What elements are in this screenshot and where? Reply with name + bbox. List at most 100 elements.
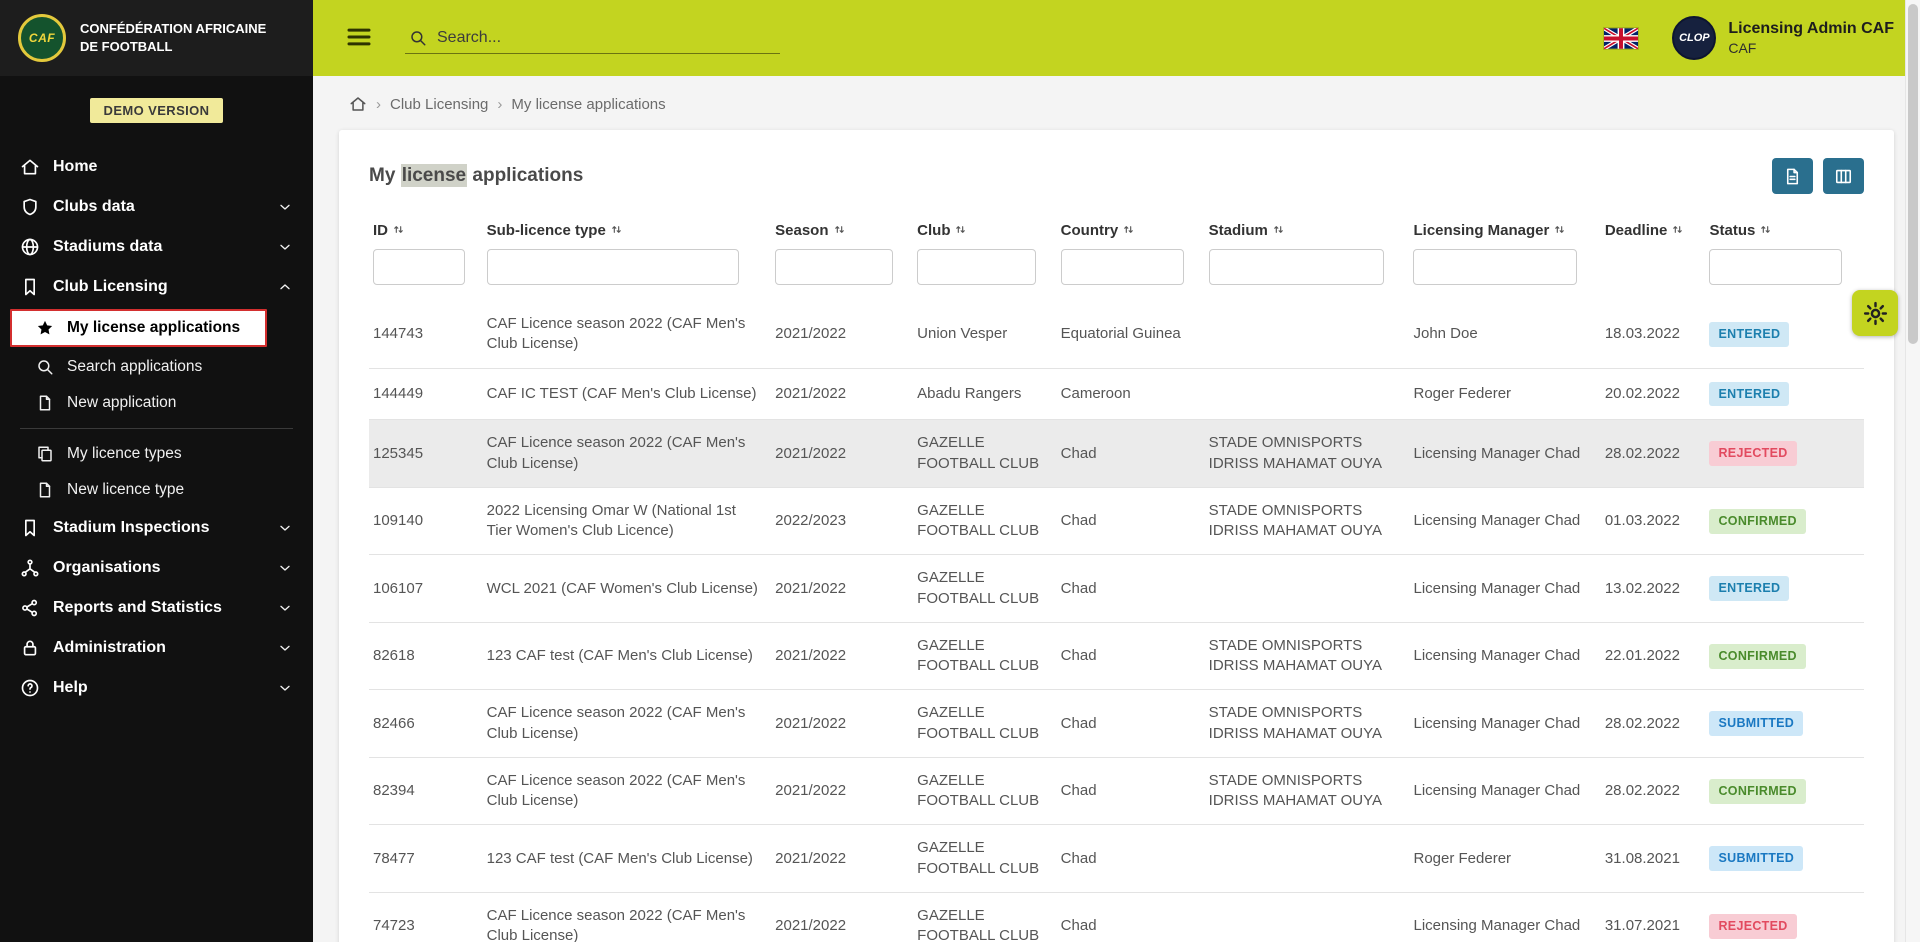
sidebar-item-search-applications[interactable]: Search applications [0, 349, 313, 385]
user-menu[interactable]: CLOP Licensing Admin CAF CAF [1672, 16, 1894, 60]
column-label: Club [917, 222, 951, 239]
filter-cell-status [1705, 245, 1864, 301]
column-header-sub-licence-type[interactable]: Sub-licence type [483, 214, 772, 245]
sort-icon[interactable] [1271, 222, 1286, 237]
columns-button[interactable] [1823, 158, 1864, 194]
sort-icon[interactable] [832, 222, 847, 237]
filter-input-club[interactable] [917, 249, 1037, 285]
sidebar: CAF CONFÉDÉRATION AFRICAINE DE FOOTBALL … [0, 0, 313, 942]
status-badge: CONFIRMED [1709, 778, 1806, 804]
filter-input-stadium[interactable] [1208, 249, 1385, 285]
vertical-scrollbar[interactable] [1905, 0, 1920, 942]
sidebar-item-new-application[interactable]: New application [0, 385, 313, 421]
column-header-licensing-manager[interactable]: Licensing Manager [1409, 214, 1600, 245]
cell-manager: Licensing Manager Chad [1409, 554, 1601, 623]
cell-manager: Licensing Manager Chad [1409, 689, 1601, 758]
sidebar-item-my-licence-types[interactable]: My licence types [0, 436, 313, 472]
page-title: My license applications [369, 164, 583, 187]
status-badge: CONFIRMED [1709, 508, 1806, 534]
sort-icon[interactable] [391, 222, 406, 237]
filter-input-licensing-manager[interactable] [1413, 249, 1577, 285]
cell-season: 2021/2022 [771, 301, 914, 369]
sidebar-item-clubs-data[interactable]: Clubs data [0, 187, 313, 227]
filter-cell-id [369, 245, 483, 301]
column-label: Deadline [1604, 222, 1668, 239]
cell-stadium [1204, 554, 1410, 623]
cell-club: Union Vesper [913, 301, 1057, 369]
table-row-78477[interactable]: 78477 123 CAF test (CAF Men's Club Licens… [369, 824, 1864, 893]
column-header-stadium[interactable]: Stadium [1205, 214, 1410, 245]
table-row-106107[interactable]: 106107 WCL 2021 (CAF Women's Club License… [369, 554, 1864, 623]
cell-deadline: 31.07.2021 [1600, 892, 1706, 942]
column-header-country[interactable]: Country [1057, 214, 1205, 245]
sidebar-item-home[interactable]: Home [0, 147, 313, 187]
sort-icon[interactable] [953, 222, 968, 237]
breadcrumb-item-club-licensing[interactable]: Club Licensing [390, 96, 488, 113]
column-header-deadline[interactable]: Deadline [1601, 214, 1706, 245]
table-row-144449[interactable]: 144449 CAF IC TEST (CAF Men's Club Licens… [369, 368, 1864, 421]
cell-deadline: 28.02.2022 [1600, 757, 1706, 826]
cell-country: Chad [1056, 554, 1205, 623]
file-icon [36, 481, 54, 499]
sidebar-item-new-licence-type[interactable]: New licence type [0, 472, 313, 508]
global-search-input[interactable] [437, 28, 776, 47]
filter-input-sub-licence-type[interactable] [486, 249, 740, 285]
table-row-82618[interactable]: 82618 123 CAF test (CAF Men's Club Licens… [369, 622, 1864, 691]
chevron-down-icon [277, 199, 293, 215]
table-row-82394[interactable]: 82394 CAF Licence season 2022 (CAF Men's … [369, 757, 1864, 826]
sort-icon[interactable] [609, 222, 624, 237]
sidebar-item-help[interactable]: Help [0, 668, 313, 708]
table-row-109140[interactable]: 109140 2022 Licensing Omar W (National 1s… [369, 487, 1864, 556]
chevron-up-icon [277, 279, 293, 295]
sort-icon[interactable] [1758, 222, 1773, 237]
export-button[interactable] [1772, 158, 1813, 194]
cell-id: 144743 [369, 301, 483, 369]
column-header-id[interactable]: ID [369, 214, 483, 245]
filter-input-id[interactable] [373, 249, 465, 285]
cell-id: 109140 [369, 487, 483, 556]
table-row-74723[interactable]: 74723 CAF Licence season 2022 (CAF Men's … [369, 892, 1864, 942]
sidebar-item-club-licensing[interactable]: Club Licensing [0, 267, 313, 307]
sidebar-item-my-license-applications[interactable]: My license applications [10, 309, 267, 347]
sort-icon[interactable] [1121, 222, 1136, 237]
cell-manager: Licensing Manager Chad [1409, 892, 1601, 942]
cell-stadium [1204, 368, 1410, 421]
cell-club: GAZELLE FOOTBALL CLUB [913, 824, 1057, 893]
sort-icon[interactable] [1552, 222, 1567, 237]
sidebar-item-stadium-inspections[interactable]: Stadium Inspections [0, 508, 313, 548]
caf-logo-text: CAF [28, 31, 56, 45]
column-header-club[interactable]: Club [913, 214, 1057, 245]
cell-stadium: STADE OMNISPORTS IDRISS MAHAMAT OUYA [1204, 689, 1410, 758]
cell-manager: Licensing Manager Chad [1409, 622, 1601, 691]
table-row-82466[interactable]: 82466 CAF Licence season 2022 (CAF Men's … [369, 689, 1864, 758]
sidebar-item-reports-and-statistics[interactable]: Reports and Statistics [0, 588, 313, 628]
global-search [405, 23, 780, 54]
filter-input-status[interactable] [1709, 249, 1843, 285]
language-flag-icon[interactable] [1604, 27, 1639, 49]
home-icon[interactable] [349, 95, 367, 113]
column-header-season[interactable]: Season [771, 214, 913, 245]
scrollbar-thumb[interactable] [1908, 4, 1918, 344]
bookmark-icon [20, 277, 40, 297]
sidebar-item-administration[interactable]: Administration [0, 628, 313, 668]
cell-status: ENTERED [1705, 301, 1864, 369]
sidebar-item-organisations[interactable]: Organisations [0, 548, 313, 588]
settings-gear-button[interactable] [1852, 290, 1898, 336]
table-row-125345[interactable]: 125345 CAF Licence season 2022 (CAF Men's… [369, 419, 1864, 488]
sidebar-item-label: Search applications [67, 358, 203, 375]
sidebar-item-stadiums-data[interactable]: Stadiums data [0, 227, 313, 267]
column-header-status[interactable]: Status [1705, 214, 1864, 245]
breadcrumb-separator: › [376, 95, 381, 113]
filter-input-country[interactable] [1060, 249, 1184, 285]
cell-sublicence: WCL 2021 (CAF Women's Club License) [482, 554, 772, 623]
cell-stadium [1204, 892, 1410, 942]
menu-toggle-button[interactable] [339, 18, 379, 58]
cell-deadline: 01.03.2022 [1600, 487, 1706, 556]
sidebar-logo-row: CAF CONFÉDÉRATION AFRICAINE DE FOOTBALL [0, 0, 313, 76]
filter-input-season[interactable] [775, 249, 893, 285]
content-area: › Club Licensing › My license applicatio… [313, 76, 1920, 942]
cell-deadline: 31.08.2021 [1600, 824, 1706, 893]
sort-icon[interactable] [1670, 222, 1685, 237]
table-row-144743[interactable]: 144743 CAF Licence season 2022 (CAF Men's… [369, 301, 1864, 369]
cell-country: Chad [1056, 824, 1205, 893]
